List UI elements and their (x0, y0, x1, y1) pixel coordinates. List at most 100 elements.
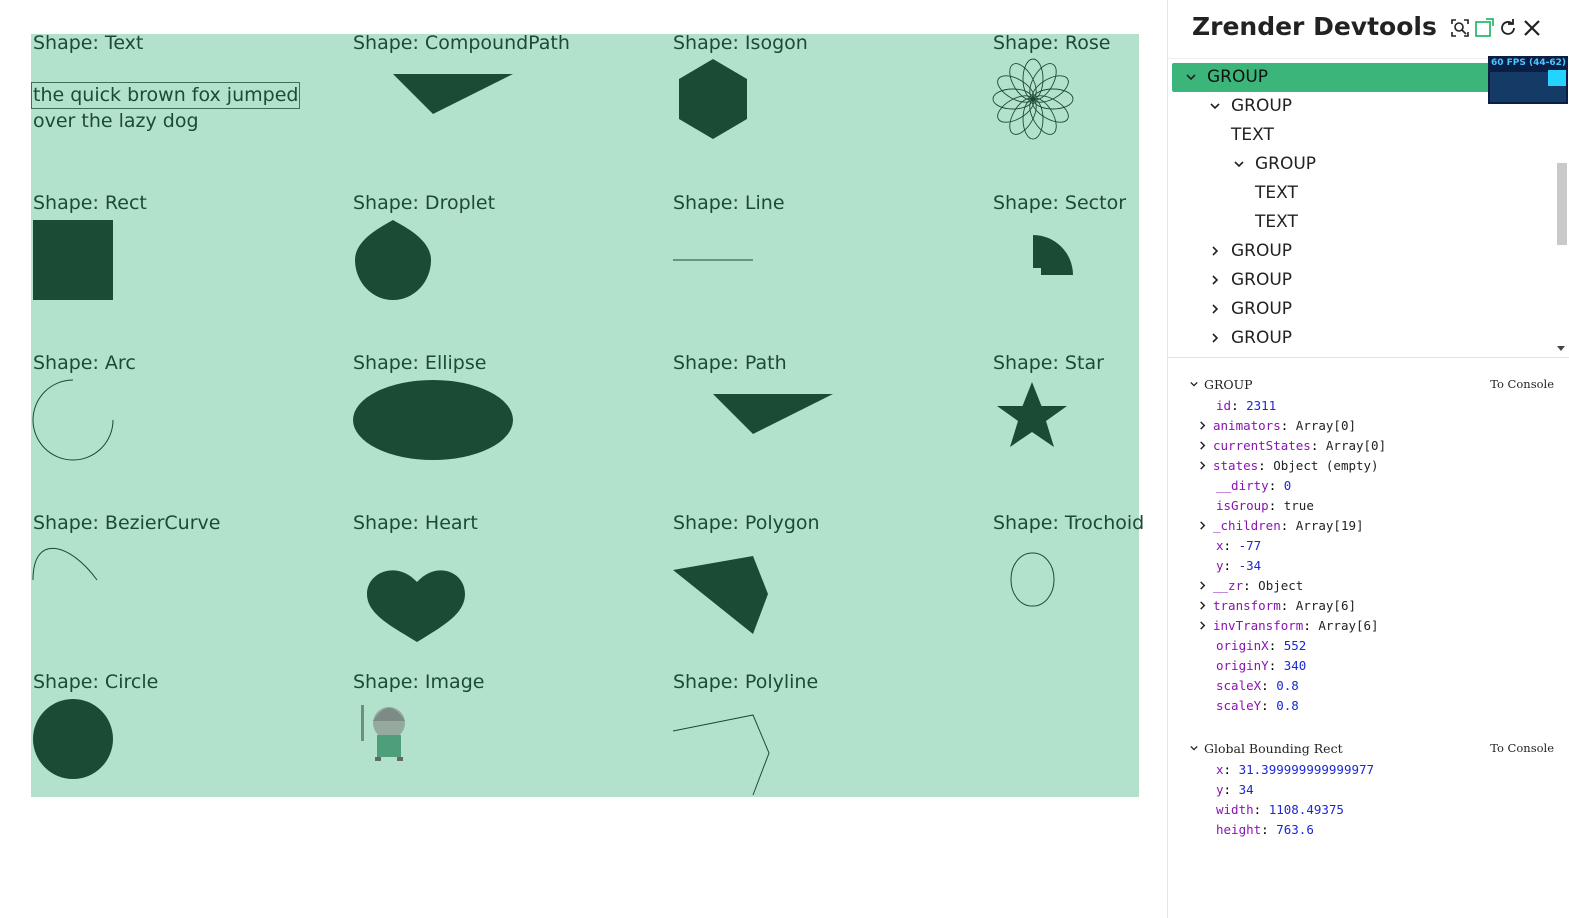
shape-cell-line: Shape: Line (671, 192, 991, 354)
prop-separator: : (1223, 538, 1239, 553)
chevron-right-icon[interactable] (1210, 275, 1220, 285)
isogon-shape[interactable] (671, 34, 991, 194)
shape-label: Shape: CompoundPath (353, 32, 570, 54)
droplet-shape[interactable] (351, 194, 671, 354)
prop-row-states[interactable]: states: Object (empty) (1198, 456, 1379, 476)
tree-scrollbar-thumb[interactable] (1557, 163, 1567, 245)
shape-label: Shape: Rect (33, 192, 147, 214)
tree-node-group[interactable]: GROUP (1172, 150, 1552, 179)
chevron-right-icon[interactable] (1198, 621, 1207, 630)
ellipse-shape[interactable] (351, 354, 671, 514)
prop-value: Object (1258, 578, 1304, 593)
polyline-shape[interactable] (671, 673, 991, 833)
prop-value: 340 (1283, 658, 1307, 673)
zrender-canvas[interactable]: the quick brown fox jumped over the lazy … (0, 0, 1167, 918)
chevron-down-icon[interactable] (1190, 744, 1198, 752)
scroll-down-icon[interactable] (1556, 345, 1566, 353)
tree-node-text[interactable]: TEXT (1172, 208, 1552, 237)
prop-separator: : (1310, 438, 1326, 453)
to-console-button[interactable]: To Console (1490, 741, 1554, 755)
chevron-right-icon[interactable] (1210, 304, 1220, 314)
shape-cell-bezier-curve: Shape: BezierCurve (31, 512, 351, 674)
chevron-right-icon[interactable] (1198, 421, 1207, 430)
chevron-right-icon[interactable] (1198, 601, 1207, 610)
tree-node-group[interactable]: GROUP (1172, 266, 1552, 295)
prop-key: transform (1213, 598, 1281, 613)
to-console-button[interactable]: To Console (1490, 377, 1554, 391)
image-shape[interactable] (351, 673, 671, 833)
prop-value: 0 (1283, 478, 1292, 493)
shape-cell-rect: Shape: Rect (31, 192, 351, 354)
tree-node-group[interactable]: GROUP (1172, 237, 1552, 266)
shape-label: Shape: Star (993, 352, 1104, 374)
prop-row-id: id: 2311 (1216, 396, 1276, 416)
prop-row-width: width: 1108.49375 (1216, 800, 1344, 820)
shape-label: Shape: Polyline (673, 671, 819, 693)
prop-value: 0.8 (1276, 678, 1299, 693)
refresh-icon[interactable] (1498, 18, 1518, 38)
shape-label: Shape: Isogon (673, 32, 808, 54)
chevron-down-icon[interactable] (1210, 101, 1220, 111)
prop-row-invTransform[interactable]: invTransform: Array[6] (1198, 616, 1379, 636)
prop-row-children[interactable]: _children: Array[19] (1198, 516, 1364, 536)
fps-text: 60 FPS (44-62) (1491, 58, 1567, 68)
shape-label: Shape: Polygon (673, 512, 820, 534)
chevron-right-icon[interactable] (1198, 461, 1207, 470)
prop-row-currentStates[interactable]: currentStates: Array[0] (1198, 436, 1386, 456)
heart-shape[interactable] (351, 514, 671, 674)
close-icon[interactable] (1522, 18, 1542, 38)
chevron-down-icon[interactable] (1234, 159, 1244, 169)
prop-row-x: x: -77 (1216, 536, 1261, 556)
chevron-right-icon[interactable] (1210, 333, 1220, 343)
chevron-right-icon[interactable] (1198, 521, 1207, 530)
prop-separator: : (1223, 762, 1239, 777)
rose-shape[interactable] (992, 58, 1074, 140)
bounding-rect-title: Global Bounding Rect (1204, 741, 1343, 756)
prop-value: 0.8 (1276, 698, 1299, 713)
shape-label: Shape: Line (673, 192, 785, 214)
prop-row-zr[interactable]: __zr: Object (1198, 576, 1303, 596)
shape-cell-arc: Shape: Arc (31, 352, 351, 514)
prop-row-scaleX: scaleX: 0.8 (1216, 676, 1299, 696)
chevron-down-icon[interactable] (1186, 72, 1196, 82)
text-shape[interactable]: the quick brown fox jumped over the lazy … (31, 82, 301, 134)
bezier-curve-shape[interactable] (31, 514, 351, 674)
tree-node-group[interactable]: GROUP (1172, 63, 1492, 92)
arc-shape[interactable] (31, 354, 351, 514)
tree-node-label: GROUP (1231, 270, 1293, 290)
compound-path-shape[interactable] (351, 34, 671, 194)
tree-node-text[interactable]: TEXT (1172, 179, 1552, 208)
prop-row-animators[interactable]: animators: Array[0] (1198, 416, 1356, 436)
prop-separator: : (1261, 698, 1277, 713)
rect-shape[interactable] (31, 194, 351, 354)
circle-shape[interactable] (31, 673, 351, 833)
tree-node-group[interactable]: GROUP (1172, 324, 1552, 353)
prop-separator: : (1268, 638, 1284, 653)
tree-node-label: GROUP (1231, 241, 1293, 261)
line-shape[interactable] (671, 194, 991, 354)
devtools-panel: Zrender Devtools GROUP GROUP TEXT GROUP TEXT… (1167, 0, 1569, 918)
prop-key: states (1213, 458, 1259, 473)
new-window-icon[interactable] (1474, 18, 1494, 38)
path-shape[interactable] (671, 354, 991, 514)
prop-row-dirty: __dirty: 0 (1216, 476, 1291, 496)
chevron-right-icon[interactable] (1210, 246, 1220, 256)
prop-key: invTransform (1213, 618, 1304, 633)
prop-value: Array[6] (1295, 598, 1357, 613)
prop-key: originX (1216, 638, 1269, 653)
chevron-down-icon[interactable] (1190, 380, 1198, 388)
prop-row-originX: originX: 552 (1216, 636, 1306, 656)
prop-row-transform[interactable]: transform: Array[6] (1198, 596, 1356, 616)
tree-node-group[interactable]: GROUP (1172, 295, 1552, 324)
polygon-shape[interactable] (671, 514, 991, 674)
prop-separator: : (1258, 458, 1274, 473)
prop-separator: : (1268, 498, 1284, 513)
prop-separator: : (1280, 418, 1296, 433)
prop-key: currentStates (1213, 438, 1311, 453)
shape-label: Shape: Path (673, 352, 787, 374)
tree-node-text[interactable]: TEXT (1172, 121, 1552, 150)
prop-value: Array[6] (1318, 618, 1379, 633)
chevron-right-icon[interactable] (1198, 441, 1207, 450)
inspect-icon[interactable] (1450, 18, 1470, 38)
chevron-right-icon[interactable] (1198, 581, 1207, 590)
